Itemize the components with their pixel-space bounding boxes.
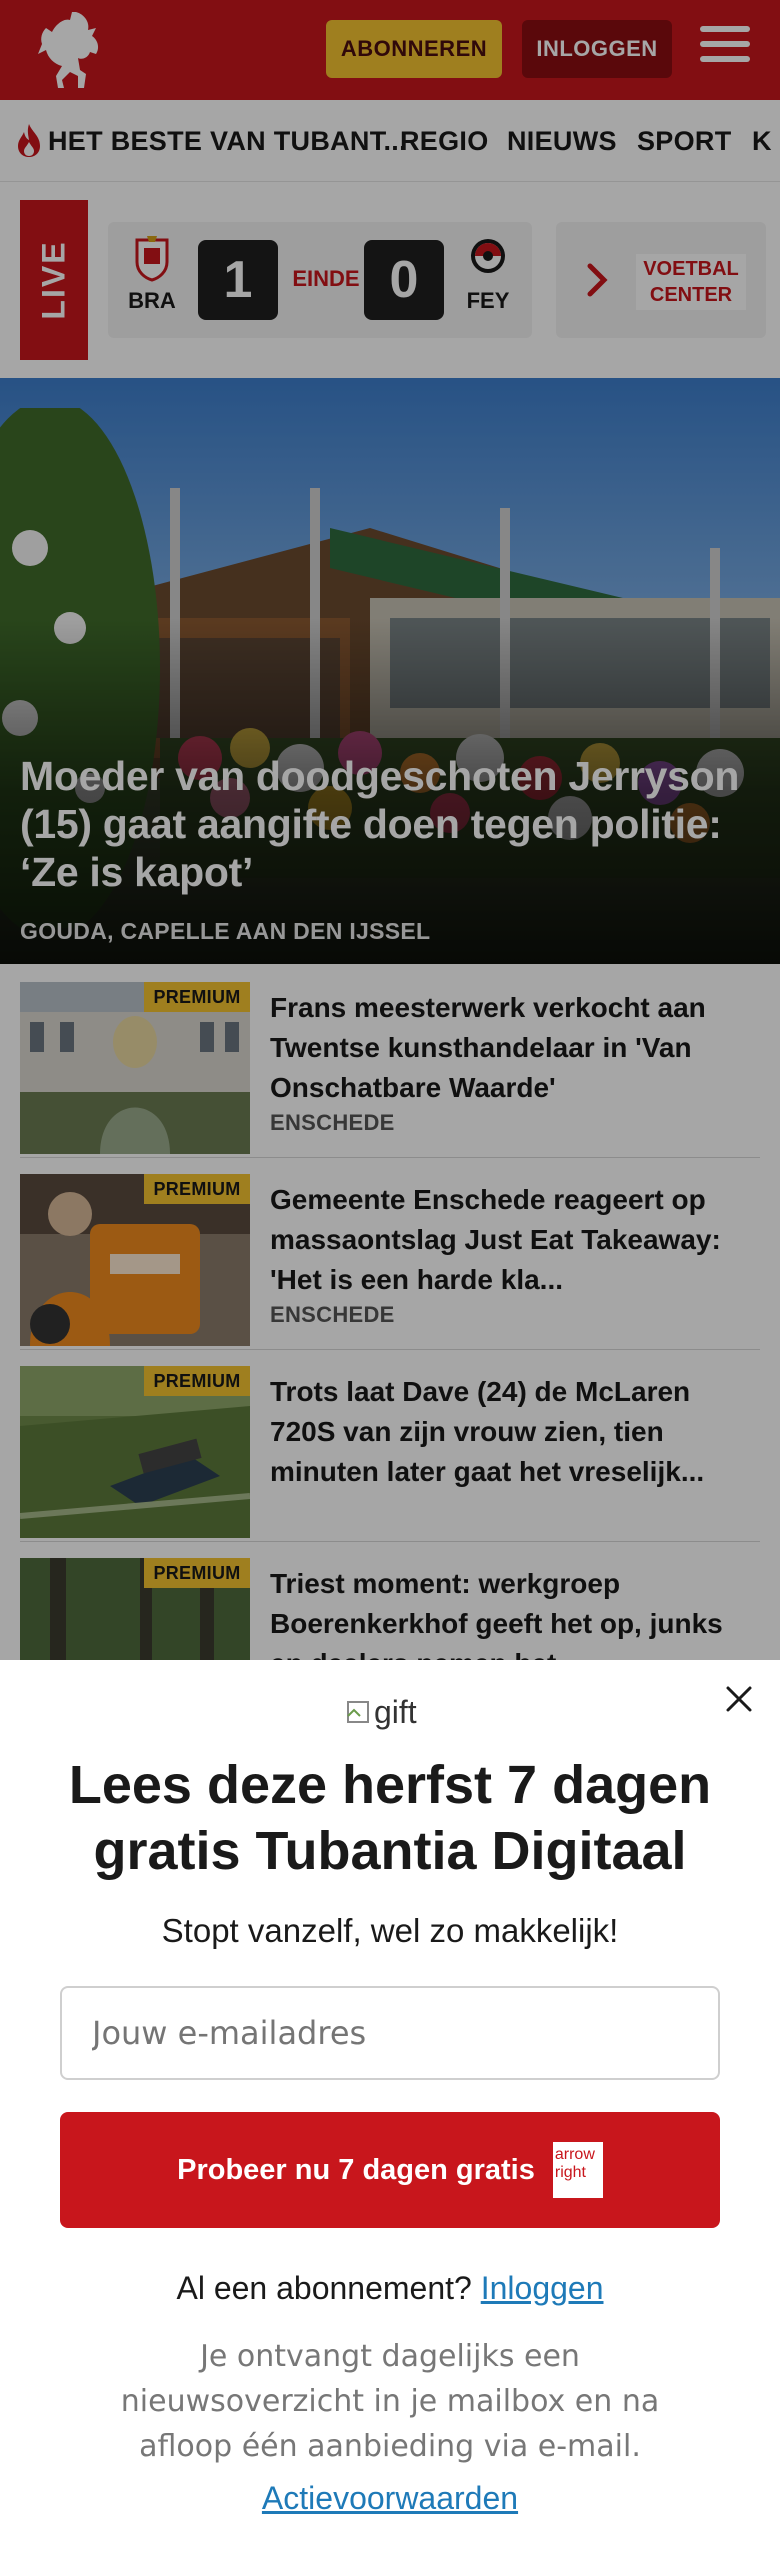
article-location: ENSCHEDE (270, 1110, 395, 1135)
article-title[interactable]: Triest moment: werkgroep Boerenkerkhof g… (270, 1564, 760, 1674)
premium-badge: PREMIUM (144, 982, 250, 1012)
section-nav: HET BESTE VAN TUBANT... REGIO NIEUWS SPO… (0, 100, 780, 182)
gift-image: gift (346, 1692, 417, 1732)
article-item[interactable]: PREMIUM Frans meesterwerk verkocht aan T… (20, 966, 760, 1158)
match-status: EINDE (292, 266, 360, 291)
nav-item-nieuws[interactable]: NIEUWS (507, 126, 617, 157)
article-item[interactable]: PREMIUM Trots laat Dave (24) de McLaren … (20, 1350, 760, 1542)
chevron-right-icon (587, 263, 608, 297)
nav-item-regio[interactable]: REGIO (400, 126, 489, 157)
email-field[interactable] (60, 1986, 720, 2080)
cta-label: Probeer nu 7 dagen gratis (177, 2153, 535, 2186)
home-score: 1 (198, 240, 278, 320)
premium-badge: PREMIUM (144, 1174, 250, 1204)
subscribe-button[interactable]: ABONNEREN (326, 20, 502, 78)
feyenoord-crest-icon (471, 239, 505, 273)
modal-title: Lees deze herfst 7 dagen gratis Tubantia… (68, 1755, 712, 1881)
login-prompt-text: Al een abonnement? (176, 2270, 472, 2306)
try-free-button[interactable]: Probeer nu 7 dagen gratis arrow right (60, 2112, 720, 2228)
article-title[interactable]: Gemeente Enschede reageert op massaontsl… (270, 1180, 760, 1300)
tubantia-horse-logo[interactable] (30, 8, 110, 92)
broken-image-icon (347, 1701, 369, 1723)
live-tag: LIVE (20, 200, 88, 360)
close-icon[interactable] (722, 1682, 756, 1716)
voetbal-center-label: VOETBAL CENTER (636, 254, 746, 310)
flame-icon (18, 124, 40, 157)
braga-crest-icon (135, 236, 169, 282)
article-title[interactable]: Trots laat Dave (24) de McLaren 720S van… (270, 1372, 760, 1492)
home-team: BRA (122, 236, 182, 314)
hero-location: GOUDA, CAPELLE AAN DEN IJSSEL (20, 918, 431, 944)
article-title[interactable]: Frans meesterwerk verkocht aan Twentse k… (270, 988, 760, 1108)
away-score: 0 (364, 240, 444, 320)
voetbal-center-card[interactable]: VOETBAL CENTER (556, 222, 766, 338)
menu-icon[interactable] (700, 26, 750, 72)
article-item[interactable]: PREMIUM Gemeente Enschede reageert op ma… (20, 1158, 760, 1350)
arrow-right-icon: arrow right (552, 2142, 603, 2198)
modal-subtitle: Stopt vanzelf, wel zo makkelijk! (161, 1912, 619, 1949)
site-header: ABONNEREN INLOGGEN (0, 0, 780, 100)
login-prompt: Al een abonnement? Inloggen (40, 2270, 740, 2307)
article-location: ENSCHEDE (270, 1302, 395, 1327)
terms-link[interactable]: Actievoorwaarden (40, 2480, 740, 2517)
nav-item-het-beste[interactable]: HET BESTE VAN TUBANT... (48, 126, 407, 157)
nav-item-sport[interactable]: SPORT (637, 126, 732, 157)
premium-badge: PREMIUM (144, 1366, 250, 1396)
login-button[interactable]: INLOGGEN (522, 20, 672, 78)
modal-note: Je ontvangt dagelijks een nieuwsoverzich… (120, 2339, 660, 2464)
hero-headline[interactable]: Moeder van doodgeschoten Jerryson (15) g… (20, 752, 760, 896)
away-team: FEY (458, 236, 518, 314)
premium-badge: PREMIUM (144, 1558, 250, 1588)
nav-item-more[interactable]: K (752, 126, 772, 157)
match-card[interactable]: BRA 1 EINDE 0 FEY (108, 222, 532, 338)
login-link[interactable]: Inloggen (481, 2270, 604, 2306)
